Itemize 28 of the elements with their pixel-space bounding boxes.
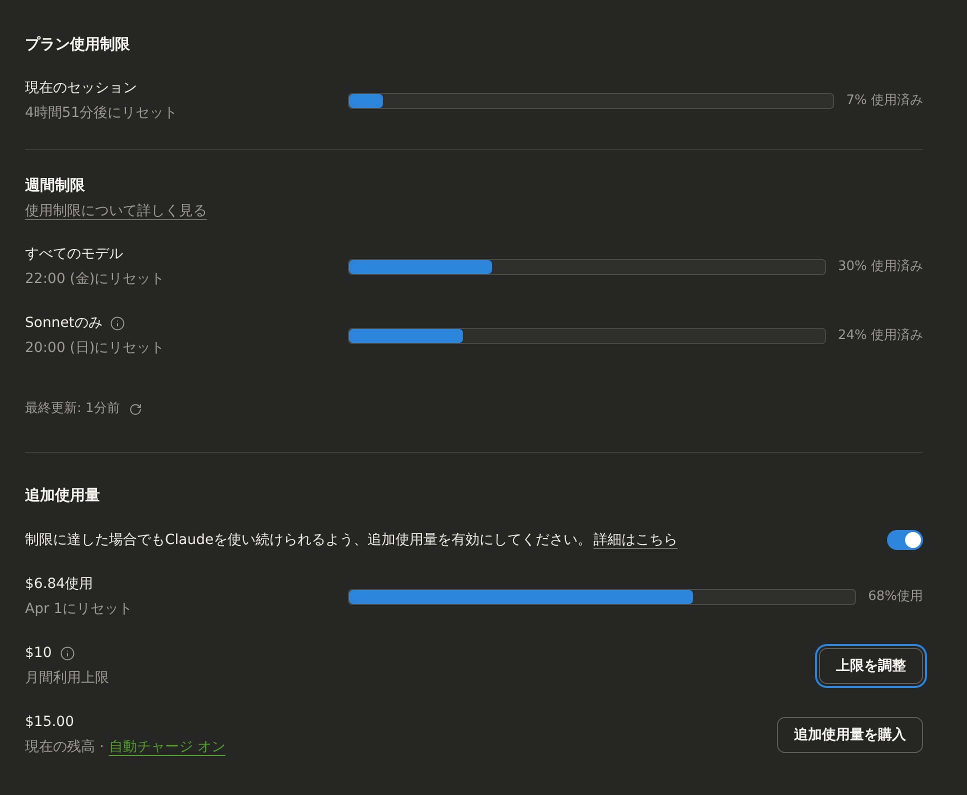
- amount-text: $15.00: [25, 713, 75, 732]
- last-updated-text: 最終更新: 1分前: [25, 400, 120, 418]
- learn-more-link[interactable]: 使用制限について詳しく見る: [25, 201, 207, 221]
- description-text: 制限に達した場合でもClaudeを使い続けられるよう、追加使用量を有効にしてください。詳細はこちら: [25, 531, 678, 550]
- details-link[interactable]: 詳細はこちら: [594, 532, 678, 548]
- balance-text: 現在の残高 · 自動チャージ オン: [25, 738, 226, 757]
- usage-reading: 30% 使用済み: [838, 258, 923, 276]
- usage-label: Sonnetのみ: [25, 314, 102, 333]
- toggle-switch[interactable]: [887, 530, 923, 550]
- info-icon: [60, 646, 75, 660]
- buy-usage-button[interactable]: 追加使用量を購入: [777, 716, 923, 752]
- usage-reading: 24% 使用済み: [838, 326, 923, 344]
- auto-charge-link[interactable]: 自動チャージ オン: [108, 739, 226, 755]
- limit-label: 月間利用上限: [25, 669, 110, 688]
- usage-label: $6.84使用: [25, 575, 94, 594]
- reset-text: Apr 1にリセット: [25, 600, 134, 619]
- reset-text: 22:00 (金)にリセット: [25, 270, 166, 289]
- refresh-icon[interactable]: [128, 402, 142, 416]
- usage-label: すべてのモデル: [25, 245, 123, 264]
- reset-text: 20:00 (日)にリセット: [25, 339, 166, 358]
- reset-text: 4時間51分後にリセット: [25, 104, 179, 123]
- usage-reading: 7% 使用済み: [846, 92, 923, 110]
- usage-reading: 68%使用: [868, 588, 923, 606]
- section-title: 週間制限: [25, 175, 86, 196]
- usage-label: 現在のセッション: [25, 79, 137, 98]
- section-title: 追加使用量: [25, 485, 101, 506]
- section-title: プラン使用制限: [25, 34, 131, 55]
- amount-text: $10: [25, 644, 52, 663]
